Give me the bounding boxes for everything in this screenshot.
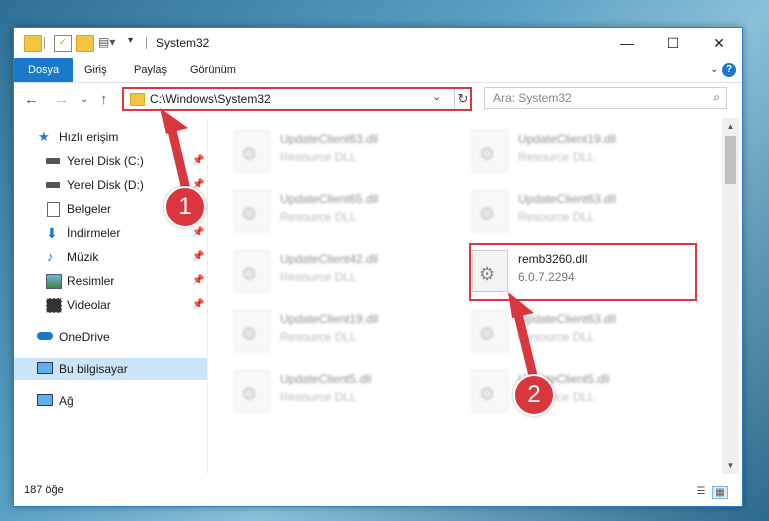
- step-1-badge: 1: [164, 186, 206, 228]
- annotation-arrows: [160, 108, 541, 393]
- step-2-badge: 2: [513, 374, 555, 416]
